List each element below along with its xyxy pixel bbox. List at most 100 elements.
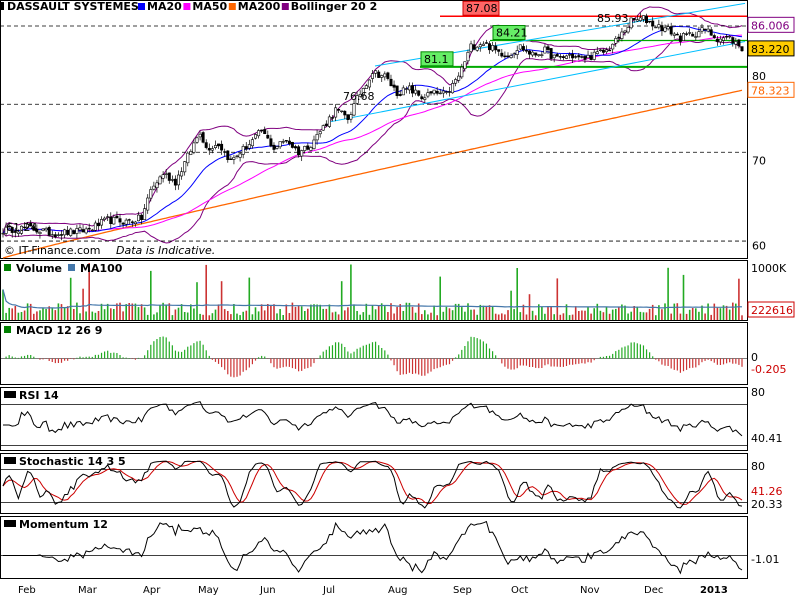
volume-bar <box>106 303 109 320</box>
volume-bar <box>698 311 700 320</box>
volume-bar <box>103 309 106 320</box>
volume-bar <box>310 304 312 320</box>
volume-bar <box>414 312 417 320</box>
candle-body <box>561 56 565 59</box>
candle-body <box>161 174 165 179</box>
volume-bar <box>436 315 438 320</box>
candle-body <box>503 55 507 58</box>
candle-body <box>180 171 184 177</box>
volume-bar <box>347 307 349 320</box>
candle-body <box>429 91 433 94</box>
candle-body <box>500 52 504 57</box>
candle-body <box>287 140 291 145</box>
volume-bar <box>356 311 358 320</box>
candle-body <box>660 25 664 32</box>
candle-body <box>518 44 522 50</box>
volume-bar <box>667 267 669 320</box>
candle-body <box>694 36 698 38</box>
month-label: Aug <box>388 585 408 596</box>
candle-body <box>635 19 639 22</box>
volume-bar <box>593 308 595 320</box>
volume-legend: Volume <box>16 262 62 275</box>
volume-bar <box>568 315 571 320</box>
momentum-panel: Momentum 12 -1.01 <box>0 516 779 579</box>
legend-label: MA200 <box>238 0 281 13</box>
volume-bar <box>177 307 180 320</box>
candle-body <box>521 46 525 51</box>
candle-body <box>189 151 193 155</box>
candle-body <box>364 85 368 89</box>
candle-body <box>537 54 541 56</box>
month-label: 2013 <box>700 585 728 596</box>
momentum-legend: Momentum 12 <box>19 518 108 531</box>
candle-body <box>688 32 692 34</box>
macd-panel-frame <box>0 322 748 385</box>
volume-bar <box>344 310 346 320</box>
volume-bar <box>611 309 614 320</box>
volume-bar <box>125 304 127 320</box>
candle-body <box>315 134 319 141</box>
month-label: May <box>198 585 219 596</box>
volume-bar <box>14 306 17 320</box>
candle-body <box>614 37 618 44</box>
candle-body <box>583 56 587 60</box>
disclaimer-label: Data is Indicative. <box>116 244 215 257</box>
candle-body <box>632 18 636 20</box>
candle-body <box>589 55 593 60</box>
price-axis: 60 70 80 86.006 78.323 83.220 <box>747 16 795 252</box>
candle-body <box>56 234 60 236</box>
volume-bar <box>196 282 198 320</box>
volume-bar <box>267 304 269 320</box>
candle-body <box>244 146 248 150</box>
candle-body <box>494 45 498 51</box>
volume-bar <box>171 315 174 320</box>
volume-bar <box>168 303 171 320</box>
volume-bar <box>159 305 161 320</box>
candle-body <box>497 49 501 52</box>
candle-body <box>509 55 513 59</box>
candle-body <box>266 134 270 139</box>
volume-bar <box>190 304 192 320</box>
volume-bar <box>365 303 368 320</box>
candle-body <box>414 89 418 94</box>
candle-body <box>457 75 461 81</box>
volume-bar <box>322 308 324 320</box>
volume-bar <box>716 307 719 320</box>
volume-bar <box>233 304 235 320</box>
volume-bar <box>411 306 414 320</box>
rsi-panel: RSI 14 80 40.41 <box>0 386 783 451</box>
candle-body <box>380 75 384 78</box>
candle-body <box>611 43 615 50</box>
candle-body <box>81 229 85 233</box>
volume-bar <box>559 314 562 320</box>
candle-body <box>651 20 655 27</box>
candle-body <box>721 37 725 41</box>
volume-bar <box>359 314 361 320</box>
month-label: Oct <box>511 585 528 596</box>
candle-body <box>127 219 131 221</box>
candle-body <box>103 217 107 220</box>
volume-bar <box>82 288 84 320</box>
candle-body <box>121 222 125 225</box>
volume-bar <box>199 313 201 320</box>
volume-bar <box>276 313 278 320</box>
candle-body <box>44 228 48 231</box>
candle-body <box>186 152 190 164</box>
candle-body <box>293 146 297 149</box>
candle-body <box>377 71 381 78</box>
candle-body <box>50 234 54 237</box>
candle-body <box>604 49 608 53</box>
candle-body <box>93 222 97 231</box>
volume-bar <box>541 307 543 320</box>
month-label: Nov <box>580 585 600 596</box>
candle-body <box>715 38 719 42</box>
price-tag-label: 86.006 <box>751 19 790 32</box>
candle-body <box>386 72 390 79</box>
stoch-80-label: 80 <box>751 460 765 473</box>
candle-body <box>524 50 528 52</box>
candle-body <box>334 107 338 118</box>
candle-body <box>725 36 729 38</box>
candle-body <box>478 44 482 48</box>
candle-body <box>59 234 63 236</box>
volume-bar <box>642 312 645 320</box>
